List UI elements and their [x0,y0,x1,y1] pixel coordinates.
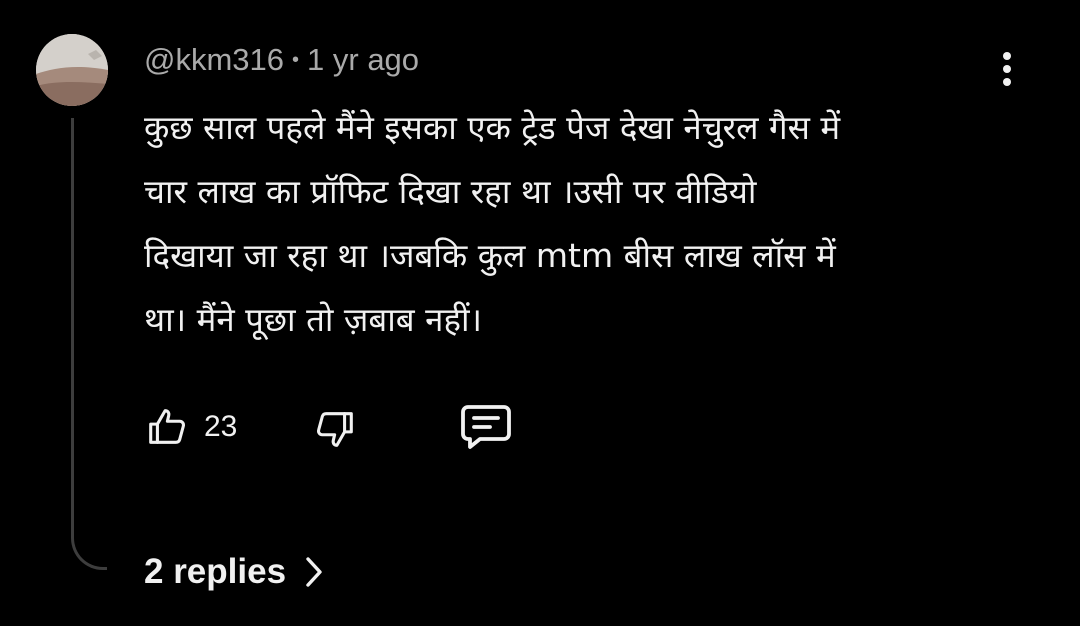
avatar[interactable] [36,34,108,106]
meta-separator: • [292,48,300,71]
like-count: 23 [204,410,238,443]
dislike-button[interactable] [312,404,358,454]
author-handle[interactable]: @kkm316 [144,42,284,78]
comment-reply-icon [461,405,511,449]
chevron-right-icon [306,557,322,587]
comment-age: 1 yr ago [307,42,420,77]
view-replies-link[interactable]: 2 replies [144,548,324,596]
more-vertical-icon [1003,52,1011,60]
replies-count-label: 2 replies [144,552,287,591]
thread-connector-line [71,118,107,570]
comment-meta: @kkm316 • 1 yr ago [144,40,419,80]
comment-text-line: कुछ साल पहले मैंने इसका एक ट्रेड पेज देख… [144,108,841,147]
comment-text-line: दिखाया जा रहा था ।जबकि कुल mtm बीस लाख ल… [144,236,836,275]
comment-text: कुछ साल पहले मैंने इसका एक ट्रेड पेज देख… [144,96,1004,352]
comment-text-line: चार लाख का प्रॉफिट दिखा रहा था ।उसी पर व… [144,172,757,211]
comment-text-line: था। मैंने पूछा तो ज़बाब नहीं। [144,300,483,339]
thumbs-down-icon [317,412,353,447]
like-button[interactable]: 23 [144,402,237,452]
more-options-button[interactable] [992,48,1022,90]
reply-button[interactable] [458,402,514,452]
thumbs-up-icon [149,409,185,444]
avatar-image [36,34,108,106]
